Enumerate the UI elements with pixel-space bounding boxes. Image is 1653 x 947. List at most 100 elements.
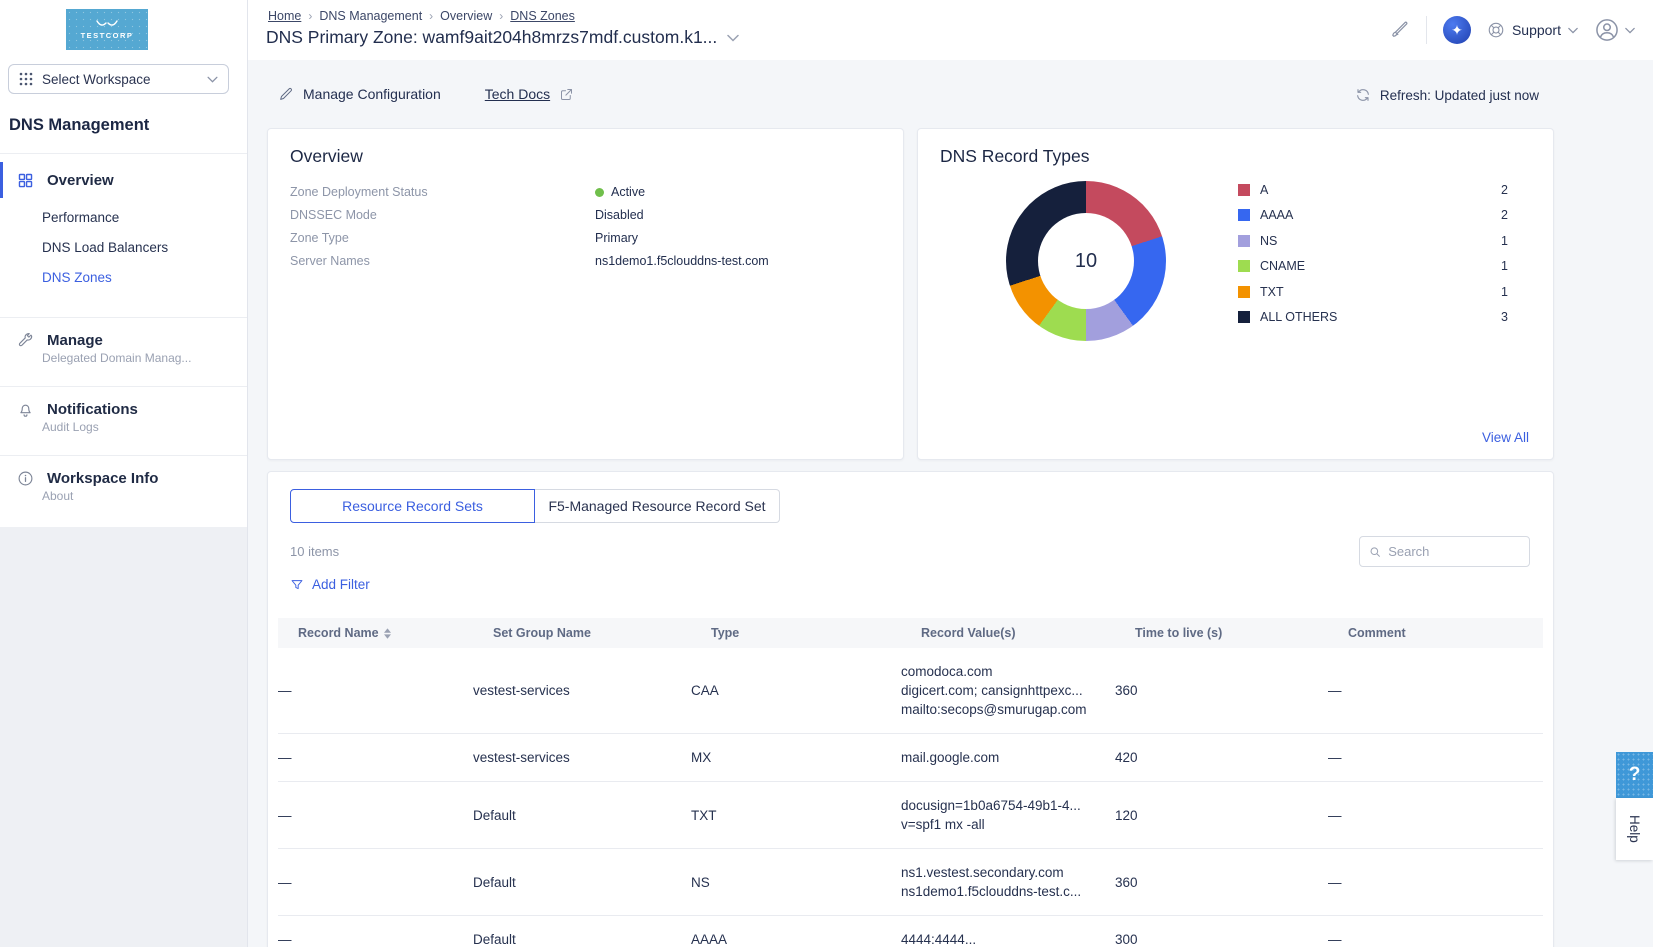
sidebar-item-performance[interactable]: Performance <box>42 210 119 225</box>
legend-count: 2 <box>1501 183 1508 197</box>
avatar-icon <box>1594 17 1620 43</box>
sidebar-subitem-audit-logs[interactable]: Audit Logs <box>42 420 99 434</box>
cell-ttl: 360 <box>1115 875 1328 890</box>
sidebar-item-overview[interactable]: Overview <box>0 166 247 194</box>
records-table: Record Name Set Group Name Type Record V… <box>278 618 1543 947</box>
legend-count: 1 <box>1501 285 1508 299</box>
breadcrumb-separator: › <box>429 9 433 23</box>
cell-comment: — <box>1328 808 1543 823</box>
external-link-icon <box>559 87 574 102</box>
sidebar-item-label: Workspace Info <box>47 470 158 487</box>
sidebar: TESTCORP Select Workspace DNS Management… <box>0 0 248 947</box>
resource-records-card: Resource Record Sets F5-Managed Resource… <box>267 471 1554 947</box>
table-row[interactable]: — vestest-services CAA comodoca.com digi… <box>278 648 1543 734</box>
search-input[interactable] <box>1388 544 1520 559</box>
cell-record-values: mail.google.com <box>901 748 1115 767</box>
workspace-selector[interactable]: Select Workspace <box>8 64 229 94</box>
refresh-button[interactable]: Refresh: Updated just now <box>1355 87 1539 103</box>
legend-label: A <box>1260 183 1491 197</box>
legend-label: TXT <box>1260 285 1491 299</box>
column-record-name[interactable]: Record Name <box>298 626 493 640</box>
overview-card: Overview Zone Deployment Status Active D… <box>267 128 904 460</box>
column-set-group-name[interactable]: Set Group Name <box>493 626 711 640</box>
support-label: Support <box>1512 22 1561 38</box>
divider <box>1426 16 1427 44</box>
legend-swatch <box>1238 286 1250 298</box>
column-type[interactable]: Type <box>711 626 921 640</box>
table-row[interactable]: — Default AAAA 4444:4444... 300 — <box>278 916 1543 947</box>
overview-grid-icon <box>17 172 34 189</box>
refresh-icon <box>1355 87 1371 103</box>
page-toolbar: Manage Configuration Tech Docs Refresh: … <box>248 60 1653 128</box>
sidebar-subitem-delegated-domain[interactable]: Delegated Domain Manag... <box>42 351 191 365</box>
column-comment[interactable]: Comment <box>1348 626 1543 640</box>
manage-configuration-label: Manage Configuration <box>303 86 441 102</box>
cell-comment: — <box>1328 932 1543 947</box>
legend-label: NS <box>1260 234 1491 248</box>
sparkle-icon: ✦ <box>1451 22 1463 39</box>
brush-icon <box>1390 20 1410 40</box>
zone-type-value: Primary <box>595 231 638 245</box>
legend-count: 1 <box>1501 234 1508 248</box>
title-chevron-down-icon[interactable] <box>727 34 739 42</box>
divider <box>0 317 247 318</box>
cell-record-values: docusign=1b0a6754-49b1-4... v=spf1 mx -a… <box>901 796 1115 834</box>
legend-item: CNAME1 <box>1238 254 1508 280</box>
column-record-values[interactable]: Record Value(s) <box>921 626 1135 640</box>
sidebar-item-manage[interactable]: Manage <box>0 328 247 352</box>
table-row[interactable]: — vestest-services MX mail.google.com 42… <box>278 734 1543 782</box>
theme-brush-button[interactable] <box>1390 20 1410 40</box>
cell-ttl: 420 <box>1115 750 1328 765</box>
breadcrumb-separator: › <box>308 9 312 23</box>
ai-assistant-button[interactable]: ✦ <box>1443 16 1471 44</box>
table-row[interactable]: — Default TXT docusign=1b0a6754-49b1-4..… <box>278 782 1543 849</box>
search-box[interactable] <box>1359 536 1530 567</box>
sidebar-item-dns-zones[interactable]: DNS Zones <box>42 270 112 285</box>
cell-type: TXT <box>691 808 901 823</box>
help-label: Help <box>1627 815 1642 843</box>
cell-set-group: Default <box>473 932 691 947</box>
chevron-down-icon <box>207 76 218 83</box>
logo-wings-icon <box>96 20 118 29</box>
sidebar-item-workspace-info[interactable]: Workspace Info <box>0 466 247 490</box>
manage-configuration-button[interactable]: Manage Configuration <box>278 86 441 102</box>
help-tab-button[interactable]: Help <box>1616 798 1653 860</box>
tech-docs-link[interactable]: Tech Docs <box>485 86 574 102</box>
tab-resource-record-sets[interactable]: Resource Record Sets <box>290 489 535 523</box>
sidebar-subitem-about[interactable]: About <box>42 489 73 503</box>
user-menu[interactable] <box>1594 17 1635 43</box>
legend-swatch <box>1238 184 1250 196</box>
sidebar-item-dns-load-balancers[interactable]: DNS Load Balancers <box>42 240 168 255</box>
items-count: 10 items <box>290 544 339 559</box>
sidebar-item-notifications[interactable]: Notifications <box>0 397 247 421</box>
legend-swatch <box>1238 209 1250 221</box>
divider <box>0 455 247 456</box>
add-filter-button[interactable]: Add Filter <box>290 577 370 592</box>
page-title: DNS Primary Zone: wamf9ait204h8mrzs7mdf.… <box>266 27 717 48</box>
record-types-donut-chart: 10 <box>1006 181 1166 341</box>
breadcrumb-home[interactable]: Home <box>268 9 301 23</box>
question-mark-icon: ? <box>1629 764 1641 786</box>
donut-total: 10 <box>1075 250 1097 273</box>
sidebar-item-label: Manage <box>47 332 103 349</box>
column-ttl[interactable]: Time to live (s) <box>1135 626 1348 640</box>
legend-swatch <box>1238 311 1250 323</box>
sidebar-section-title: DNS Management <box>9 116 149 135</box>
table-row[interactable]: — Default NS ns1.vestest.secondary.com n… <box>278 849 1543 916</box>
dnssec-mode-value: Disabled <box>595 208 644 222</box>
cell-set-group: vestest-services <box>473 683 691 698</box>
breadcrumb-dns-management[interactable]: DNS Management <box>319 9 422 23</box>
zone-deployment-status-value: Active <box>611 185 645 199</box>
support-menu[interactable]: Support <box>1487 21 1578 39</box>
breadcrumb-dns-zones[interactable]: DNS Zones <box>510 9 575 23</box>
view-all-link[interactable]: View All <box>1482 430 1529 445</box>
cell-record-name: — <box>278 875 473 890</box>
sort-icon[interactable] <box>384 628 391 639</box>
help-question-button[interactable]: ? <box>1616 752 1653 798</box>
field-label: Zone Deployment Status <box>290 185 595 199</box>
legend-item: ALL OTHERS3 <box>1238 305 1508 331</box>
breadcrumb-overview[interactable]: Overview <box>440 9 492 23</box>
breadcrumb-separator: › <box>499 9 503 23</box>
tab-f5-managed-record-set[interactable]: F5-Managed Resource Record Set <box>535 489 780 523</box>
pencil-icon <box>278 86 294 102</box>
